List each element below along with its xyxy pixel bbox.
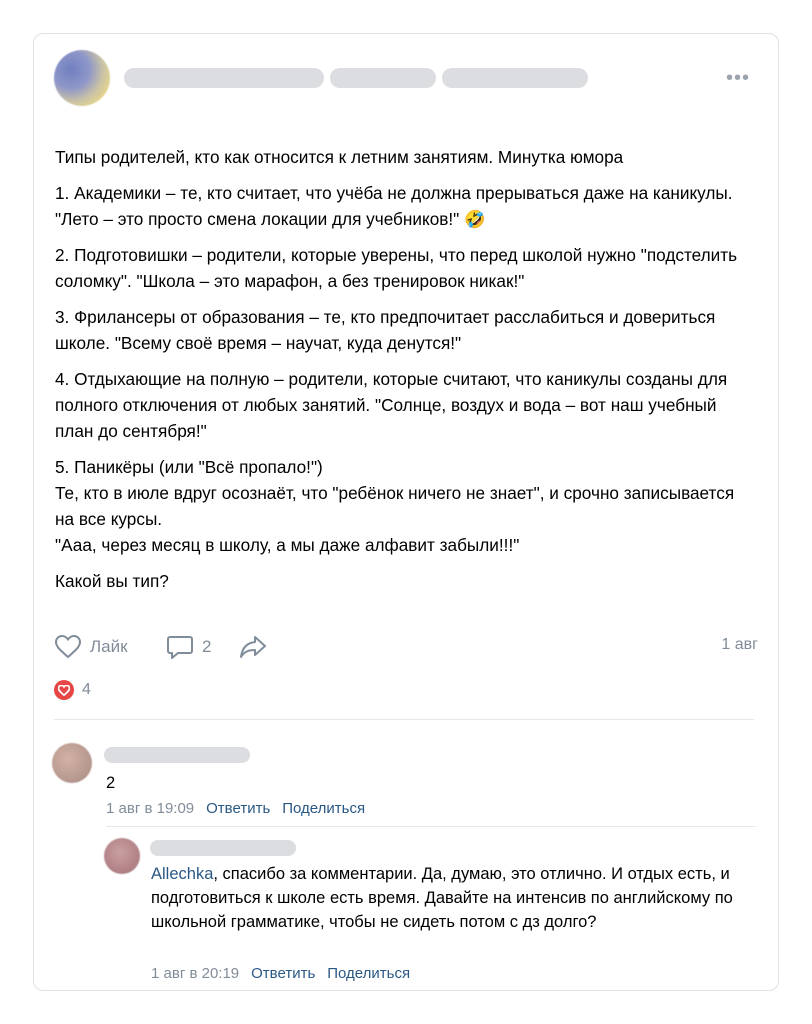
reply-author-placeholder[interactable] [150, 840, 296, 856]
comment-avatar[interactable] [52, 743, 92, 783]
reply-body: , спасибо за комментарии. Да, думаю, это… [151, 865, 733, 931]
reactions-count: 4 [82, 681, 91, 698]
more-dots-icon[interactable]: ••• [726, 68, 750, 88]
comment-author-placeholder[interactable] [104, 747, 250, 763]
post-date[interactable]: 1 авг [721, 636, 758, 654]
share-comment-button[interactable]: Поделиться [282, 800, 365, 817]
post-paragraph: Типы родителей, кто как относится к летн… [55, 147, 624, 167]
post-paragraph: 1. Академики – те, кто считает, что учёб… [55, 183, 733, 229]
reply-button[interactable]: Ответить [206, 800, 270, 817]
post-paragraph: 4. Отдыхающие на полную – родители, кото… [55, 369, 728, 441]
share-button[interactable] [238, 634, 268, 660]
reply-avatar[interactable] [104, 838, 140, 874]
comment-meta: 1 авг в 19:09 Ответить Поделиться [106, 800, 365, 817]
share-comment-button[interactable]: Поделиться [327, 965, 410, 982]
comment-icon [167, 636, 193, 659]
comments-count: 2 [202, 637, 212, 656]
post-card: ••• Типы родителей, кто как относится к … [33, 33, 779, 991]
like-button[interactable]: Лайк [54, 634, 128, 660]
comment-time[interactable]: 1 авг в 19:09 [106, 800, 194, 817]
heart-filled-icon [54, 680, 74, 700]
post-paragraph: 3. Фрилансеры от образования – те, кто п… [55, 307, 716, 353]
reply-time[interactable]: 1 авг в 20:19 [151, 965, 239, 982]
reply-meta: 1 авг в 20:19 Ответить Поделиться [151, 965, 410, 982]
reply-item: Allechka, спасибо за комментарии. Да, ду… [104, 834, 758, 984]
like-label: Лайк [90, 637, 128, 656]
comment-item: 2 1 авг в 19:09 Ответить Поделиться [52, 739, 758, 829]
mention-link[interactable]: Allechka [151, 865, 213, 883]
reply-divider [106, 826, 756, 827]
comment-button[interactable]: 2 [166, 634, 211, 660]
author-avatar[interactable] [54, 50, 110, 106]
reactions-summary[interactable]: 4 [54, 680, 91, 700]
post-paragraph: Какой вы тип? [55, 571, 169, 591]
author-name-placeholder-2 [330, 68, 436, 88]
post-header: ••• [54, 50, 760, 110]
author-name-placeholder[interactable] [124, 68, 324, 88]
comments-divider [54, 719, 754, 720]
share-arrow-icon [240, 636, 266, 658]
post-paragraph: 5. Паникёры (или "Всё пропало!") Те, кто… [55, 457, 735, 555]
author-name-placeholder-3 [442, 68, 588, 88]
reply-button[interactable]: Ответить [251, 965, 315, 982]
post-text: Типы родителей, кто как относится к летн… [55, 144, 755, 604]
comment-text: 2 [106, 774, 116, 792]
post-actions: Лайк 2 1 авг [54, 630, 760, 664]
post-paragraph: 2. Подготовишки – родители, которые увер… [55, 245, 738, 291]
heart-outline-icon [54, 634, 82, 659]
reply-text: Allechka, спасибо за комментарии. Да, ду… [151, 862, 751, 934]
